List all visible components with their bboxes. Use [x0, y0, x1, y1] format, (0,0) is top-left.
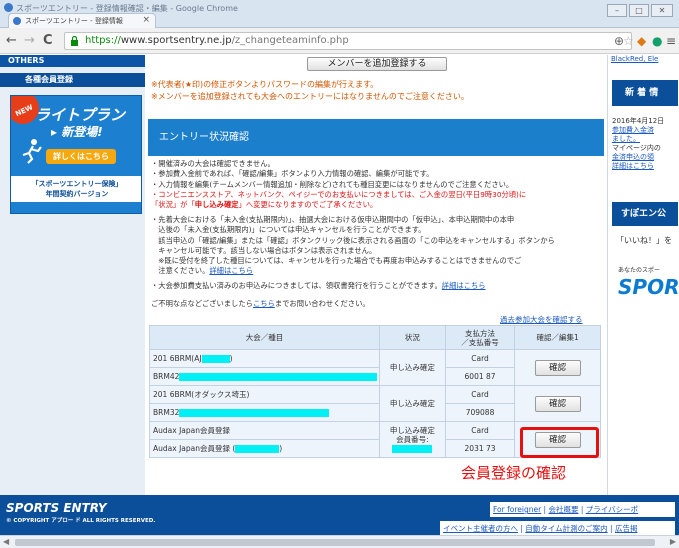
copyright: © COPYRIGHT アプロー ド ALL RIGHTS RESERVED. — [6, 518, 156, 524]
payment-number: 2031 73 — [444, 439, 516, 458]
maximize-button[interactable]: □ — [629, 4, 649, 17]
lock-icon — [71, 36, 78, 46]
header-status: 状況 — [378, 325, 446, 350]
top-links[interactable]: BlackRed, Ele — [611, 55, 658, 63]
payment-number: 709088 — [444, 403, 516, 422]
event-name: 201 6BRM(AJ) — [149, 349, 380, 368]
entry-status: 申し込み確定 — [378, 349, 446, 386]
action-cell: 確認 — [514, 349, 601, 386]
header-event: 大会／種目 — [149, 325, 380, 350]
minimize-button[interactable]: – — [607, 4, 627, 17]
past-entries-link[interactable]: 過去参加大会を確認する — [500, 314, 583, 325]
payment-method: Card — [444, 349, 516, 368]
payment-number: 6001 87 — [444, 367, 516, 386]
browser-toolbar: ← → C https://www.sportsentry.ne.jp/z_ch… — [0, 28, 679, 54]
event-category: Audax Japan会員登録 () — [149, 439, 380, 458]
inquiry-link[interactable]: こちら — [253, 299, 275, 308]
tab-favicon-icon — [13, 17, 21, 25]
page-viewport: OTHERS 各種会員登録 NEW ライトプラン ▸ 新登場! 詳しくはこちら … — [0, 55, 679, 548]
footer-link-company[interactable]: 会社概要 — [548, 505, 578, 514]
news-text: 2016年4月12日 参加費入金済 ました。 マイページ内の 金済申込の領 詳細… — [612, 117, 665, 170]
window-titlebar: スポーツエントリー - 登録情報確認・編集 - Google Chrome スポ… — [0, 0, 679, 28]
banner-subtitle: ▸ 新登場! — [51, 125, 103, 139]
footer-link-ads[interactable]: 広告掲 — [615, 524, 638, 533]
ad-text: あなたのスポー — [618, 267, 661, 274]
horizontal-scrollbar[interactable]: ◀ ▶ — [0, 535, 679, 548]
back-button[interactable]: ← — [6, 33, 17, 48]
add-member-button[interactable]: メンバーを追加登録する — [307, 57, 447, 71]
table-row: 201 6BRM(AJ) 申し込み確定 Card 確認 — [149, 349, 601, 386]
extension-2-icon[interactable]: ● — [652, 34, 662, 48]
confirm-button[interactable]: 確認 — [534, 395, 581, 412]
banner-title: ライトプラン — [35, 106, 126, 124]
table-row: 201 6BRM(オダックス埼玉) 申し込み確定 Card 確認 — [149, 385, 601, 422]
entry-status: 申し込み確定 — [378, 385, 446, 422]
url-text: https://www.sportsentry.ne.jp/z_changete… — [85, 35, 349, 46]
footer: SPORTS ENTRY © COPYRIGHT アプロー ド ALL RIGH… — [0, 495, 679, 536]
member-registration-link[interactable]: 各種会員登録 — [0, 73, 145, 87]
banner-details-button[interactable]: 詳しくはこちら — [46, 149, 116, 164]
close-window-button[interactable]: ✕ — [651, 4, 673, 17]
address-bar[interactable]: https://www.sportsentry.ne.jp/z_changete… — [64, 32, 632, 50]
inquiry-note: ご不明な点などございましたらこちらまでお問い合わせください。 — [151, 299, 370, 308]
cancel-notes: ・先着大会における「未入金(支払期限内)」、抽選大会における仮申込期間中の「仮申… — [151, 215, 555, 276]
table-header-row: 大会／種目 状況 支払方法 ／支払番号 確認／編集1 — [149, 325, 601, 350]
chrome-icon — [4, 3, 13, 12]
forward-button[interactable]: → — [24, 33, 35, 48]
receipt-note: ・大会参加費支払い済みのお申込みにつきましては、領収書発行を行うことができます。… — [151, 281, 486, 290]
annotation-text: 会員登録の確認 — [461, 464, 567, 482]
extension-icon[interactable]: ◆ — [637, 34, 646, 48]
footer-logo: SPORTS ENTRY — [6, 501, 107, 515]
left-sidebar: OTHERS 各種会員登録 NEW ライトプラン ▸ 新登場! 詳しくはこちら … — [0, 55, 145, 495]
main-content: メンバーを追加登録する ※代表者(★印)の修正ボタンよりパスワードの編集が行えま… — [145, 55, 607, 495]
like-text: 「いいね！」を — [616, 236, 672, 245]
redaction — [392, 445, 433, 453]
banner-caption: 「スポーツエントリー保険」 年間契約バージョン — [11, 176, 141, 202]
reload-button[interactable]: C — [43, 33, 53, 48]
confirm-button[interactable]: 確認 — [534, 359, 581, 376]
footer-links: For foreigner | 会社概要 | プライバシーポ — [490, 502, 675, 517]
scroll-left-icon[interactable]: ◀ — [3, 537, 9, 546]
scrollbar-thumb[interactable] — [15, 539, 655, 546]
footer-links-2: イベント主催者の方へ | 自動タイム計測のご案内 | 広告掲 — [440, 521, 675, 536]
payment-method: Card — [444, 421, 516, 440]
section-title: エントリー状況確認 — [148, 119, 604, 156]
light-plan-banner[interactable]: NEW ライトプラン ▸ 新登場! 詳しくはこちら 「スポーツエントリー保険」 … — [10, 95, 142, 214]
official-header: すぽエン公 — [612, 202, 678, 226]
bookmark-star-icon[interactable]: ☆ — [623, 34, 634, 48]
others-header: OTHERS — [0, 55, 145, 67]
action-cell: 確認 — [514, 385, 601, 422]
browser-tab[interactable]: スポーツエントリー - 登録情報 × — [8, 13, 156, 28]
tab-label: スポーツエントリー - 登録情報 — [25, 17, 123, 25]
cancel-details-link[interactable]: 詳細はこちら — [209, 266, 253, 275]
header-action: 確認／編集1 — [514, 325, 601, 350]
highlight-frame — [520, 427, 599, 458]
sports-logo[interactable]: SPOR — [618, 275, 679, 299]
event-name: 201 6BRM(オダックス埼玉) — [149, 385, 380, 404]
footer-link-organizers[interactable]: イベント主催者の方へ — [443, 524, 518, 533]
right-sidebar: BlackRed, Ele 新 着 情 2016年4月12日 参加費入金済 まし… — [607, 55, 679, 495]
tab-close-icon[interactable]: × — [142, 15, 150, 25]
payment-method: Card — [444, 385, 516, 404]
event-category: BRM42 — [149, 367, 380, 386]
redaction — [235, 445, 280, 453]
redaction — [179, 373, 378, 381]
entry-status: 申し込み確定 会員番号: — [378, 421, 446, 458]
menu-icon[interactable]: ≡ — [666, 34, 676, 48]
footer-link-timing[interactable]: 自動タイム計測のご案内 — [525, 524, 607, 533]
scroll-right-icon[interactable]: ▶ — [670, 537, 676, 546]
redaction — [201, 355, 230, 363]
footer-link-foreigner[interactable]: For foreigner — [493, 505, 541, 514]
news-header: 新 着 情 — [612, 80, 678, 106]
entry-notes: ・開催済みの大会は確認できません。 ・参加費入金前であれば、「確認/編集」ボタン… — [151, 159, 527, 210]
top-notes: ※代表者(★印)の修正ボタンよりパスワードの編集が行えます。 ※メンバーを追加登… — [151, 80, 469, 101]
event-category: BRM32 — [149, 403, 380, 422]
receipt-details-link[interactable]: 詳細はこちら — [442, 281, 486, 290]
runner-icon — [22, 139, 42, 164]
redaction — [179, 409, 330, 417]
header-payment: 支払方法 ／支払番号 — [444, 325, 516, 350]
window-controls: – □ ✕ — [607, 4, 673, 17]
footer-link-privacy[interactable]: プライバシーポ — [586, 505, 638, 514]
event-name: Audax Japan会員登録 — [149, 421, 380, 440]
